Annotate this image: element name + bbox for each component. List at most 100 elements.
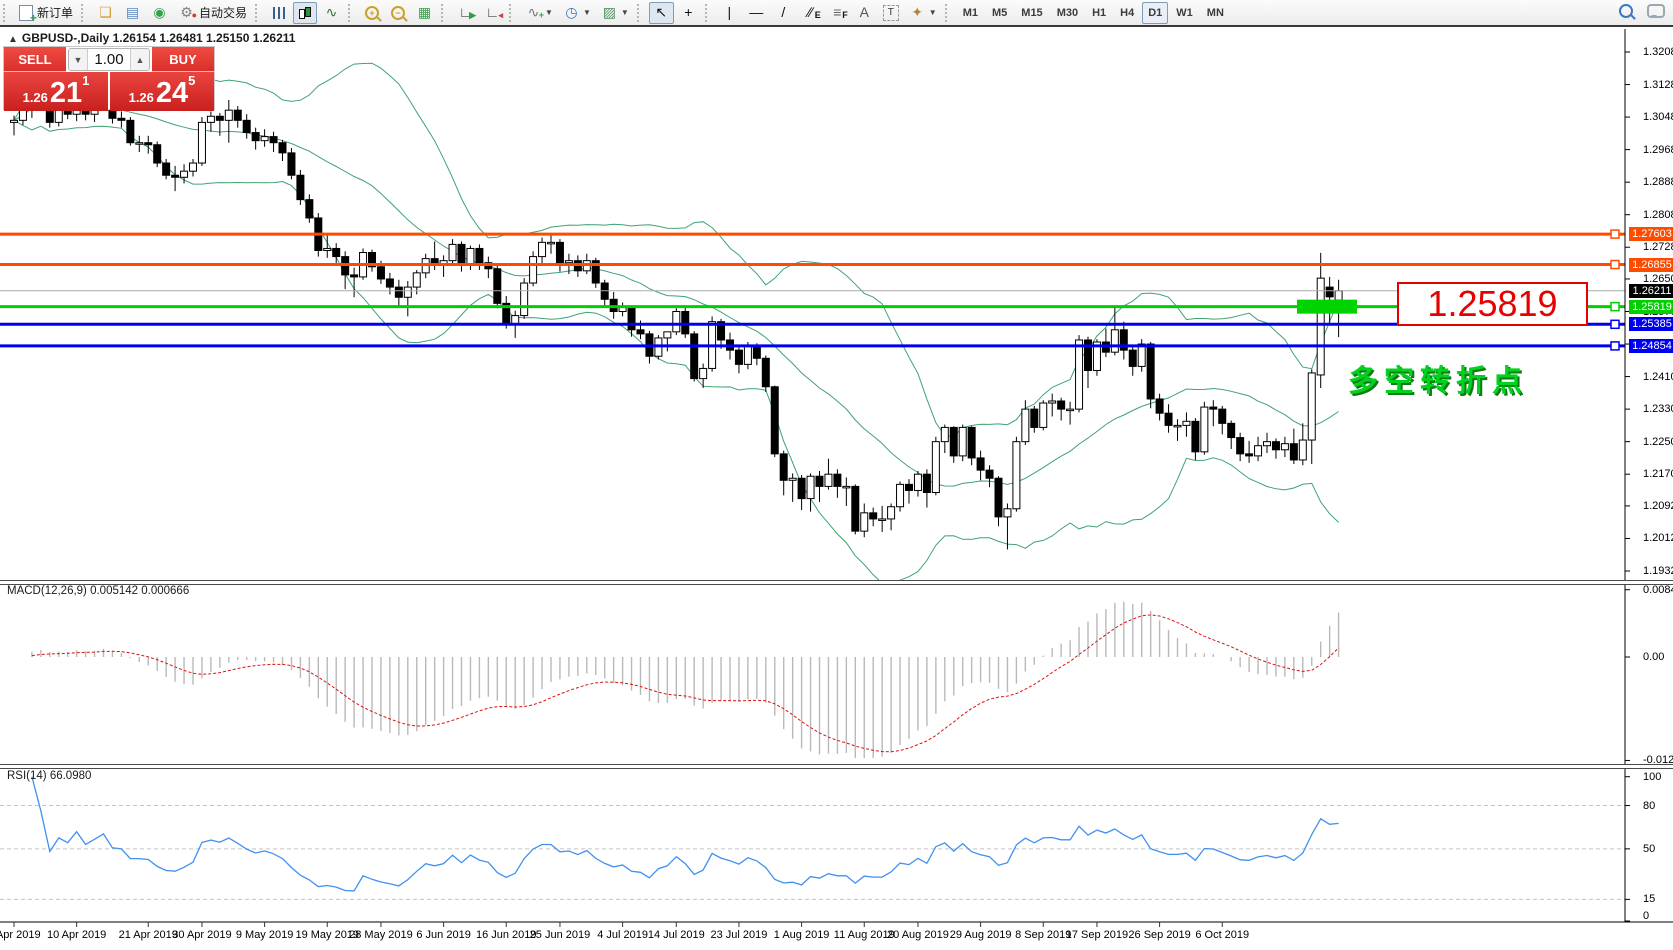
candle-body xyxy=(941,427,948,441)
timeframe-m30-button[interactable]: M30 xyxy=(1051,2,1084,24)
toolbar-separator xyxy=(81,4,88,22)
line-anchor-handle[interactable] xyxy=(1611,261,1619,269)
zoom-out-button[interactable]: − xyxy=(386,2,410,24)
rsi-axis-label: 50 xyxy=(1643,843,1655,855)
line-anchor-handle[interactable] xyxy=(1611,320,1619,328)
signals-icon[interactable]: ◉ xyxy=(147,2,172,24)
chevron-down-icon[interactable]: ▼ xyxy=(545,8,553,17)
chart-plot[interactable] xyxy=(0,0,1673,950)
trendline-icon: / xyxy=(775,4,792,21)
cursor-icon: ↖ xyxy=(653,4,670,21)
candle-body xyxy=(1004,509,1011,517)
panel-collapse-icon[interactable]: ▲ xyxy=(8,34,18,45)
line-anchor-handle[interactable] xyxy=(1611,303,1619,311)
pane-separator-rsi[interactable] xyxy=(0,764,1673,769)
sell-button[interactable]: SELL xyxy=(4,47,66,72)
timeframe-mn-button[interactable]: MN xyxy=(1201,2,1230,24)
highlight-rectangle-object[interactable] xyxy=(1297,300,1357,314)
candle-body xyxy=(744,346,751,364)
price-scale[interactable]: 1.320801.312801.304801.296801.288801.280… xyxy=(1625,29,1673,922)
line-anchor-handle[interactable] xyxy=(1611,342,1619,350)
buy-button[interactable]: BUY xyxy=(152,47,214,72)
chevron-down-icon[interactable]: ▼ xyxy=(583,8,591,17)
candle-body xyxy=(691,334,698,379)
x-axis-date-label: 14 Jul 2019 xyxy=(648,929,705,941)
x-axis-date-label: 6 Jun 2019 xyxy=(416,929,470,941)
candle-body xyxy=(682,312,689,334)
volume-increase-button[interactable]: ▲ xyxy=(130,49,149,70)
timeframe-w1-button[interactable]: W1 xyxy=(1170,2,1199,24)
profiles-icon-icon: ▤ xyxy=(124,4,141,21)
macd-indicator-label: MACD(12,26,9) 0.005142 0.000666 xyxy=(7,585,189,597)
chart-shift-button[interactable]: ∟◂ xyxy=(480,2,505,24)
buy-price[interactable]: 1.26245 xyxy=(110,72,214,111)
profiles-icon[interactable]: ▤ xyxy=(120,2,145,24)
toolbar-separator xyxy=(255,4,262,22)
equidistant-channel-button[interactable]: ∕∕E xyxy=(798,2,823,24)
timeframe-d1-button[interactable]: D1 xyxy=(1142,2,1168,24)
pane-separator-macd[interactable] xyxy=(0,580,1673,585)
x-axis-date-label: 16 Jun 2019 xyxy=(476,929,537,941)
autotrading-icon: ⚙● xyxy=(178,4,195,21)
candle-body xyxy=(1049,401,1056,403)
candle-body xyxy=(1299,440,1306,460)
timeframe-m1-button[interactable]: M1 xyxy=(957,2,984,24)
line-anchor-handle[interactable] xyxy=(1611,230,1619,238)
trendline-button[interactable]: / xyxy=(771,2,796,24)
candle-body xyxy=(1183,421,1190,425)
templates-button[interactable]: ▨▼ xyxy=(597,2,633,24)
new-order-button[interactable]: 新订单 xyxy=(15,2,77,24)
chart-annotation-text[interactable]: 多空转折点 xyxy=(1348,356,1528,400)
auto-scroll-button[interactable]: ∟▶ xyxy=(453,2,478,24)
orders-history-icon[interactable]: ❏ xyxy=(93,2,118,24)
volume-value[interactable]: 1.00 xyxy=(88,49,130,70)
candle-body xyxy=(664,332,671,338)
candle-body xyxy=(270,137,277,143)
search-icon[interactable] xyxy=(1619,4,1633,18)
sell-price[interactable]: 1.26211 xyxy=(4,72,108,111)
orders-history-icon-icon: ❏ xyxy=(97,4,114,21)
arrows-button[interactable]: ✦▼ xyxy=(905,2,941,24)
periods-button[interactable]: ◷▼ xyxy=(559,2,595,24)
text-icon: A xyxy=(856,4,873,21)
timeframe-m5-button[interactable]: M5 xyxy=(986,2,1013,24)
bar-chart-button[interactable] xyxy=(267,2,291,24)
timeframe-m15-button[interactable]: M15 xyxy=(1015,2,1048,24)
chevron-down-icon[interactable]: ▼ xyxy=(929,8,937,17)
autotrading-button[interactable]: ⚙●自动交易 xyxy=(174,2,251,24)
crosshair-button[interactable]: + xyxy=(676,2,701,24)
time-scale[interactable]: 1 Apr 201910 Apr 201921 Apr 201930 Apr 2… xyxy=(0,922,1673,950)
volume-control[interactable]: ▼ 1.00 ▲ xyxy=(68,48,150,71)
chat-icon[interactable] xyxy=(1647,4,1665,18)
auto-scroll-icon: ∟▶ xyxy=(457,4,474,21)
horizontal-line-button[interactable]: — xyxy=(744,2,769,24)
timeframe-h1-button[interactable]: H1 xyxy=(1086,2,1112,24)
timeframe-h4-button[interactable]: H4 xyxy=(1114,2,1140,24)
candle-body xyxy=(548,242,555,244)
candlestick-chart-button[interactable] xyxy=(293,2,317,24)
candle-body xyxy=(19,110,26,120)
line-chart-button[interactable]: ∿ xyxy=(319,2,344,24)
indicators-button[interactable]: ∿+▼ xyxy=(521,2,557,24)
cursor-button[interactable]: ↖ xyxy=(649,2,674,24)
equidistant-channel-icon: ∕∕E xyxy=(802,4,819,21)
fibonacci-button[interactable]: ≡F xyxy=(825,2,850,24)
horizontal-line-icon: — xyxy=(748,4,765,21)
candle-body xyxy=(735,350,742,364)
chevron-down-icon[interactable]: ▼ xyxy=(621,8,629,17)
text-label-button[interactable]: T xyxy=(879,2,903,24)
zoom-in-button[interactable]: + xyxy=(360,2,384,24)
candle-body xyxy=(530,257,537,283)
candle-body xyxy=(556,242,563,262)
candle-body xyxy=(959,427,966,455)
vertical-line-button[interactable]: | xyxy=(717,2,742,24)
text-button[interactable]: A xyxy=(852,2,877,24)
y-axis-tick-label: 1.28880 xyxy=(1643,176,1673,188)
candle-body xyxy=(637,330,644,334)
x-axis-date-label: 1 Aug 2019 xyxy=(774,929,830,941)
candle-body xyxy=(181,171,188,177)
templates-icon: ▨ xyxy=(601,4,618,21)
tile-windows-button[interactable]: ▦ xyxy=(412,2,437,24)
volume-decrease-button[interactable]: ▼ xyxy=(69,49,88,70)
price-callout-label[interactable]: 1.25819 xyxy=(1397,282,1588,326)
